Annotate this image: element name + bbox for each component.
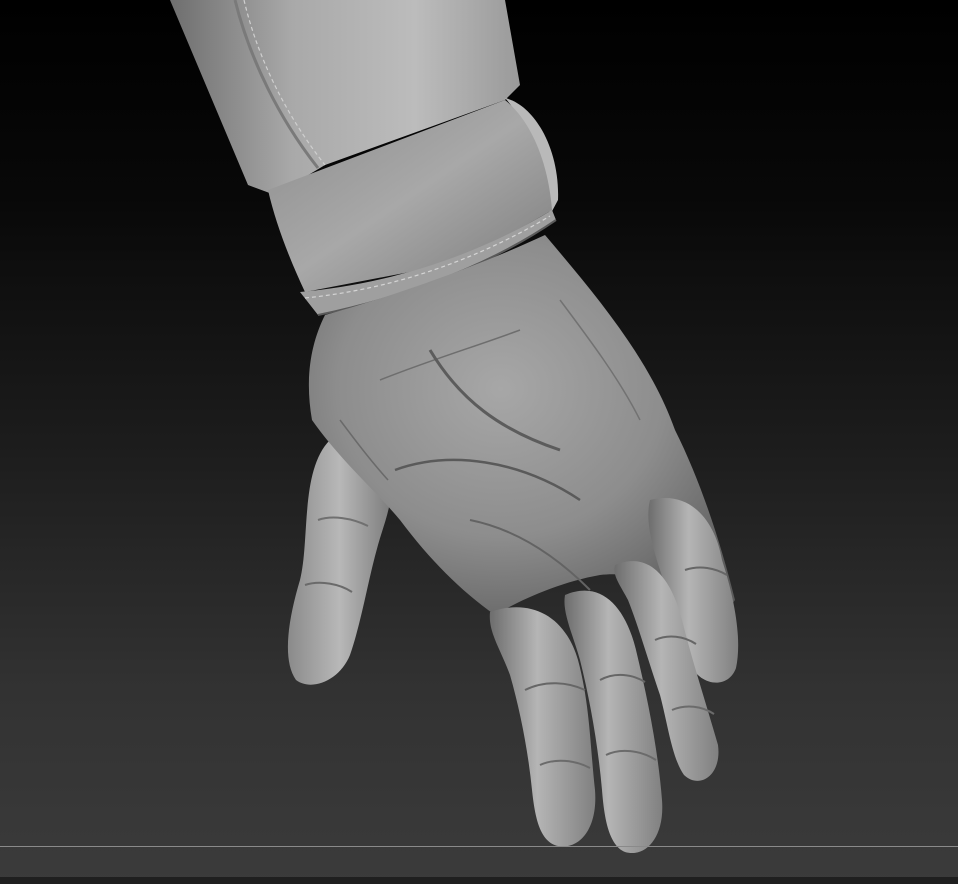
bottom-bar — [0, 877, 958, 884]
floor-line — [0, 846, 958, 847]
sculpt-canvas[interactable] — [0, 0, 958, 884]
3d-viewport[interactable] — [0, 0, 958, 884]
hand-icon — [287, 235, 739, 854]
